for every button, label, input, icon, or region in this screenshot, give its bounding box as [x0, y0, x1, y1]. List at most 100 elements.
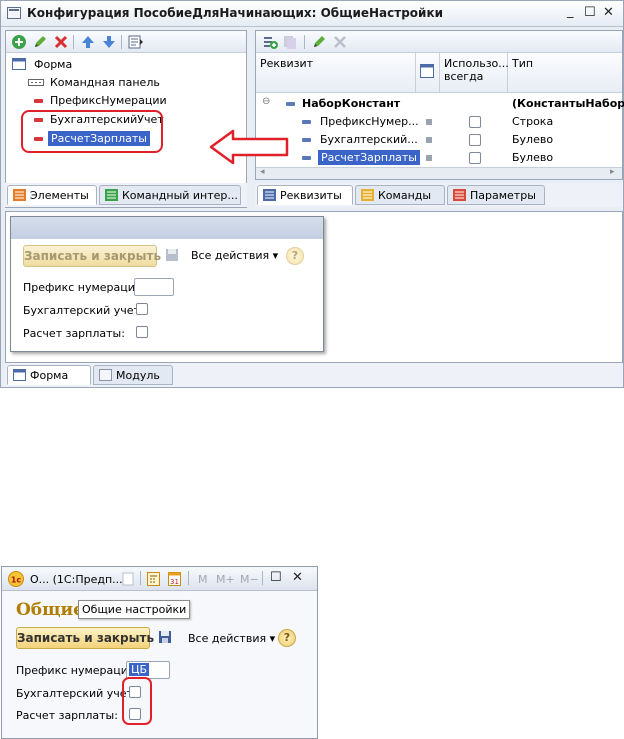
memory-plus-button[interactable]: M+: [216, 573, 235, 586]
form-preview: Записать и закрыть Все действия ▾ ? Преф…: [10, 216, 324, 352]
commands-tab-icon: [361, 189, 374, 201]
attribute-row[interactable]: ПрефиксНумер... Строка: [262, 113, 618, 131]
highlight-frame: [21, 110, 163, 153]
tab-module[interactable]: Модуль: [93, 365, 173, 385]
save-and-close-button[interactable]: Записать и закрыть: [16, 627, 154, 649]
save-and-close-button[interactable]: Записать и закрыть: [23, 245, 161, 267]
command-panel-icon: [28, 79, 44, 86]
add-attribute-icon[interactable]: [262, 34, 278, 50]
horizontal-scrollbar[interactable]: ◂ ▸: [256, 167, 622, 179]
calculator-icon[interactable]: [147, 572, 160, 586]
column-always-used[interactable]: Использо... всегда: [440, 53, 509, 92]
field-icon: [34, 99, 43, 103]
accounting-label: Бухгалтерский учет:: [23, 304, 144, 317]
elements-pane: Форма Командная панель ПрефиксНумерации …: [5, 30, 247, 208]
edit-icon[interactable]: [32, 34, 48, 50]
attribute-marker: [426, 137, 432, 143]
configurator-titlebar: Конфигурация ПособиеДляНачинающих: Общие…: [1, 1, 623, 27]
minimize-button[interactable]: _: [567, 4, 574, 19]
toolbar-separator: [140, 571, 141, 585]
attribute-marker: [426, 119, 432, 125]
attribute-icon: [286, 102, 295, 106]
window-title: Конфигурация ПособиеДляНачинающих: Общие…: [27, 6, 444, 20]
always-used-checkbox[interactable]: [469, 116, 481, 128]
column-type[interactable]: Тип: [508, 53, 622, 92]
attributes-tab-icon: [263, 189, 276, 201]
delete-icon[interactable]: [53, 34, 69, 50]
tab-command-interface[interactable]: Командный интер...: [99, 185, 241, 205]
enterprise-title: О... (1С:Предп...: [30, 573, 123, 586]
toolbar-separator: [262, 571, 263, 585]
accounting-label: Бухгалтерский учет:: [16, 687, 137, 700]
maximize-button[interactable]: ☐: [584, 5, 596, 20]
close-button[interactable]: ✕: [292, 570, 303, 585]
memory-button[interactable]: M: [198, 573, 208, 586]
attributes-grid-header: Реквизит Использо... всегда Тип: [256, 53, 622, 93]
delete-attribute-icon[interactable]: [332, 34, 348, 50]
prefix-input[interactable]: [134, 278, 174, 296]
salary-label: Расчет зарплаты:: [23, 327, 125, 340]
scroll-right-icon[interactable]: ▸: [610, 167, 615, 177]
red-arrow-icon: [209, 129, 289, 165]
add-icon[interactable]: [11, 34, 27, 50]
prefix-label: Префикс нумерации:: [23, 281, 146, 294]
tab-parameters[interactable]: Параметры: [447, 185, 545, 205]
tooltip: Общие настройки: [78, 600, 191, 619]
attributes-toolbar: [256, 31, 622, 53]
toolbar-separator: [73, 35, 74, 49]
attribute-row[interactable]: Бухгалтерский... Булево: [262, 131, 618, 149]
1c-logo-icon: 1с: [8, 571, 24, 587]
calendar-icon[interactable]: 31: [168, 572, 181, 586]
window-icon: [7, 7, 21, 19]
svg-text:31: 31: [170, 578, 179, 586]
grid-column-icon: [420, 64, 434, 78]
toolbar-separator: [121, 35, 122, 49]
toolbar-separator: [304, 35, 305, 49]
form-module-tabs: Форма Модуль: [5, 363, 623, 387]
all-actions-menu[interactable]: Все действия ▾: [191, 249, 278, 262]
accounting-checkbox[interactable]: [136, 303, 148, 315]
form-tab-icon: [13, 369, 26, 381]
tab-attributes[interactable]: Реквизиты: [257, 185, 353, 205]
tab-form[interactable]: Форма: [7, 365, 91, 385]
help-button[interactable]: ?: [286, 247, 304, 265]
highlight-frame: [122, 677, 152, 725]
elements-tabs: Элементы Командный интер...: [5, 183, 247, 207]
svg-text:1с: 1с: [11, 576, 22, 585]
scroll-left-icon[interactable]: ◂: [260, 167, 265, 177]
column-icon: [416, 53, 440, 92]
column-attribute[interactable]: Реквизит: [256, 53, 416, 92]
salary-checkbox[interactable]: [136, 326, 148, 338]
copy-attribute-icon[interactable]: [282, 34, 298, 50]
save-icon[interactable]: [158, 630, 172, 644]
close-button[interactable]: ✕: [603, 5, 614, 20]
attributes-tabs: Реквизиты Команды Параметры: [255, 183, 623, 207]
elements-tab-icon: [13, 189, 26, 201]
save-icon[interactable]: [165, 248, 179, 262]
always-used-checkbox[interactable]: [469, 134, 481, 146]
collapse-icon[interactable]: ⊖: [262, 96, 270, 107]
move-up-icon[interactable]: [80, 34, 96, 50]
attribute-row[interactable]: РасчетЗарплаты Булево: [262, 149, 618, 167]
form-preview-header: [11, 217, 323, 239]
toolbar-separator: [188, 571, 189, 585]
always-used-checkbox[interactable]: [469, 152, 481, 164]
help-button[interactable]: ?: [278, 629, 296, 647]
attribute-icon: [302, 156, 311, 160]
tab-elements[interactable]: Элементы: [7, 185, 97, 205]
attribute-marker: [426, 155, 432, 161]
enterprise-titlebar: 1с О... (1С:Предп... 31 M M+ M− ☐ ✕: [2, 567, 317, 591]
form-preview-area: Записать и закрыть Все действия ▾ ? Преф…: [5, 211, 623, 363]
tab-commands[interactable]: Команды: [355, 185, 445, 205]
edit-attribute-icon[interactable]: [311, 34, 327, 50]
attribute-row[interactable]: ⊖ НаборКонстант (КонстантыНабор): [262, 95, 624, 113]
document-icon[interactable]: [122, 572, 134, 586]
parameters-tab-icon: [453, 189, 466, 201]
move-down-icon[interactable]: [101, 34, 117, 50]
form-properties-icon[interactable]: [128, 34, 144, 50]
prefix-label: Префикс нумерации:: [16, 664, 139, 677]
form-heading: Общие: [16, 600, 84, 620]
maximize-button[interactable]: ☐: [270, 570, 282, 585]
memory-minus-button[interactable]: M−: [240, 573, 259, 586]
all-actions-menu[interactable]: Все действия ▾: [188, 632, 275, 645]
